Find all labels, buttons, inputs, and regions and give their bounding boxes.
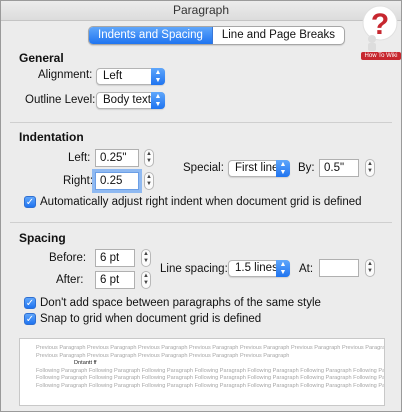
spacing-heading: Spacing: [19, 231, 66, 245]
at-field[interactable]: [319, 259, 359, 277]
left-indent-field[interactable]: 0.25": [95, 149, 139, 167]
question-mark-icon: ?: [362, 5, 398, 51]
space-after-stepper[interactable]: ▲ ▼: [141, 271, 151, 289]
tab-indents-and-spacing[interactable]: Indents and Spacing: [89, 27, 213, 44]
snap-to-grid-checkbox[interactable]: ✓: [24, 313, 36, 325]
general-heading: General: [19, 51, 64, 65]
space-before-label: Before:: [49, 252, 87, 264]
by-stepper[interactable]: ▲ ▼: [365, 159, 375, 177]
preview-following-line: Following Paragraph Following Paragraph …: [36, 375, 385, 382]
right-indent-stepper[interactable]: ▲ ▼: [144, 172, 154, 190]
alignment-value: Left: [103, 70, 123, 82]
alignment-popup[interactable]: Left ▲ ▼: [96, 68, 165, 85]
right-indent-label: Right:: [63, 175, 94, 187]
special-popup[interactable]: First line ▲ ▼: [228, 160, 290, 177]
snap-to-grid-label[interactable]: Snap to grid when document grid is defin…: [40, 313, 261, 325]
preview-sample-text: Dntantt ff: [74, 360, 97, 367]
preview-following-line: Following Paragraph Following Paragraph …: [36, 382, 385, 389]
left-indent-stepper[interactable]: ▲ ▼: [144, 149, 154, 167]
paragraph-dialog: Paragraph Indents and Spacing Line and P…: [0, 0, 402, 412]
section-divider: [10, 122, 392, 123]
outline-level-value: Body text: [103, 94, 151, 106]
by-field[interactable]: 0.5": [319, 159, 359, 177]
paragraph-preview: Previous Paragraph Previous Paragraph Pr…: [19, 338, 385, 406]
tab-bar: Indents and Spacing Line and Page Breaks: [88, 26, 346, 45]
updown-arrow-icon: ▲ ▼: [151, 68, 165, 85]
space-after-field[interactable]: 6 pt: [95, 271, 135, 289]
how-to-wiki-logo: ? How To Wiki: [359, 3, 401, 63]
line-spacing-popup[interactable]: 1.5 lines ▲ ▼: [228, 260, 290, 277]
no-space-same-style-label[interactable]: Don't add space between paragraphs of th…: [40, 297, 321, 309]
updown-arrow-icon: ▲ ▼: [151, 92, 165, 109]
no-space-same-style-checkbox[interactable]: ✓: [24, 297, 36, 309]
special-value: First line: [235, 162, 279, 174]
updown-arrow-icon: ▲ ▼: [276, 160, 290, 177]
right-indent-field[interactable]: 0.25: [95, 172, 139, 190]
preview-previous-line: Previous Paragraph Previous Paragraph Pr…: [36, 345, 385, 351]
left-indent-label: Left:: [68, 152, 91, 164]
line-spacing-value: 1.5 lines: [235, 262, 278, 274]
watermark-text: How To Wiki: [361, 52, 401, 60]
section-divider: [10, 222, 392, 223]
outline-level-popup[interactable]: Body text ▲ ▼: [96, 92, 165, 109]
special-label: Special:: [183, 162, 224, 174]
alignment-label: Alignment:: [38, 69, 93, 81]
outline-level-label: Outline Level:: [25, 94, 96, 106]
at-label: At:: [299, 263, 314, 275]
space-before-stepper[interactable]: ▲ ▼: [141, 249, 151, 267]
line-spacing-label: Line spacing:: [160, 263, 228, 275]
space-after-label: After:: [56, 274, 84, 286]
window-title: Paragraph: [1, 1, 401, 21]
by-label: By:: [298, 162, 315, 174]
at-stepper[interactable]: ▲ ▼: [365, 259, 375, 277]
auto-adjust-label[interactable]: Automatically adjust right indent when d…: [40, 196, 362, 208]
auto-adjust-checkbox[interactable]: ✓: [24, 196, 36, 208]
indentation-heading: Indentation: [19, 130, 84, 144]
preview-previous-line: Previous Paragraph Previous Paragraph Pr…: [36, 352, 290, 359]
tab-line-and-page-breaks[interactable]: Line and Page Breaks: [213, 27, 344, 44]
updown-arrow-icon: ▲ ▼: [276, 260, 290, 277]
space-before-field[interactable]: 6 pt: [95, 249, 135, 267]
preview-following-line: Following Paragraph Following Paragraph …: [36, 367, 385, 374]
